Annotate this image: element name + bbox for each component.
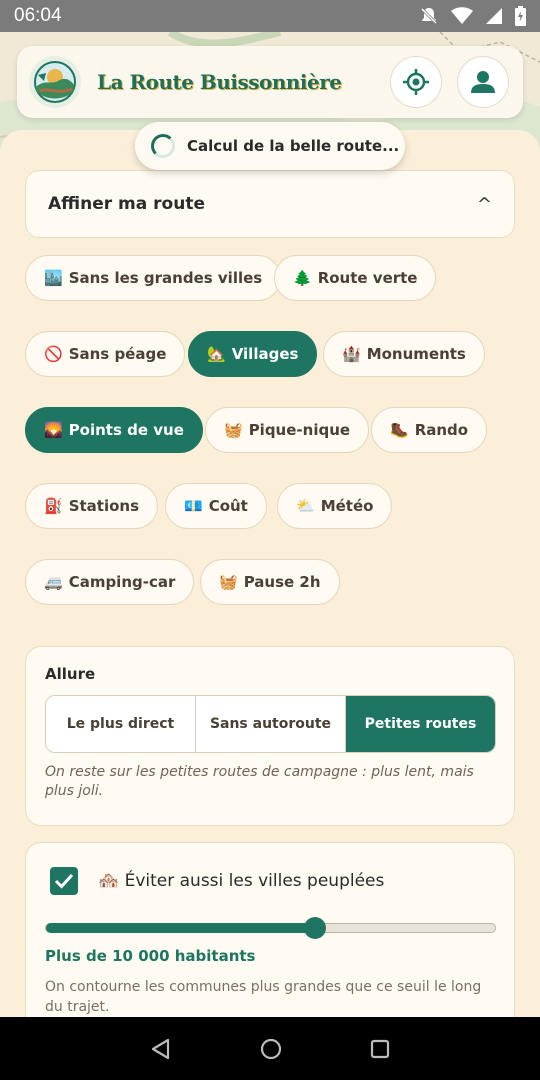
chip-label: Points de vue	[68, 421, 184, 439]
minibus-icon: 🚐	[44, 573, 63, 591]
chip-camping-car[interactable]: 🚐 Camping-car	[25, 559, 195, 605]
chip-label: Rando	[414, 421, 469, 439]
spinner-icon	[151, 134, 175, 158]
loading-text: Calcul de la belle route...	[187, 137, 400, 155]
status-icons	[419, 6, 526, 26]
notifications-off-icon	[420, 7, 438, 25]
app-title: La Route Buissonnière	[97, 70, 342, 94]
tree-icon: 🌲	[293, 269, 312, 287]
basket-icon: 🧺	[219, 573, 238, 591]
chip-pause-2h[interactable]: 🧺 Pause 2h	[200, 559, 340, 605]
chip-label: Camping-car	[68, 573, 176, 591]
avoid-cities-row[interactable]: 🏘️ Éviter aussi les villes peuplées	[50, 867, 495, 895]
chip-label: Route verte	[317, 269, 418, 287]
pace-option-direct[interactable]: Le plus direct	[46, 696, 196, 752]
chip-points-de-vue[interactable]: 🌄 Points de vue	[25, 407, 203, 453]
avoid-cities-checkbox[interactable]	[50, 867, 78, 895]
pace-option-sans-autoroute[interactable]: Sans autoroute	[196, 696, 346, 752]
house-icon: 🏡	[207, 345, 226, 363]
battery-icon	[515, 6, 526, 26]
chip-label: Villages	[231, 345, 299, 363]
pace-option-petites-routes[interactable]: Petites routes	[346, 696, 495, 752]
avoid-cities-description: On contourne les communes plus grandes q…	[45, 979, 482, 1015]
city-icon: 🏙️	[44, 269, 63, 287]
population-slider[interactable]	[45, 917, 496, 939]
banknote-icon: 💶	[184, 497, 203, 515]
chip-stations[interactable]: ⛽ Stations	[25, 483, 159, 529]
back-icon[interactable]	[150, 1038, 172, 1060]
chip-pique-nique[interactable]: 🧺 Pique-nique	[205, 407, 370, 453]
avoid-cities-label: 🏘️ Éviter aussi les villes peuplées	[98, 871, 384, 891]
sunrise-icon: 🌄	[44, 421, 63, 439]
chip-meteo[interactable]: ⛅ Météo	[277, 483, 393, 529]
options-sheet: Affiner ma route ^ 🏙️ Sans les grandes vi…	[0, 130, 540, 1017]
pace-description: On reste sur les petites routes de campa…	[45, 764, 474, 799]
chip-label: Sans les grandes villes	[68, 269, 263, 287]
no-entry-icon: 🚫	[44, 345, 63, 363]
chip-villages[interactable]: 🏡 Villages	[188, 331, 318, 377]
landscape-logo-icon	[34, 61, 76, 103]
wifi-icon	[451, 7, 473, 24]
pace-segmented-control: Le plus direct Sans autoroute Petites ro…	[45, 695, 496, 753]
slider-fill	[46, 923, 316, 933]
refine-title: Affiner ma route	[48, 194, 205, 214]
system-nav-bar	[0, 1017, 540, 1080]
basket-icon: 🧺	[224, 421, 243, 439]
avoid-cities-card: 🏘️ Éviter aussi les villes peuplées Plus…	[25, 842, 515, 1017]
population-threshold: Plus de 10 000 habitants	[45, 947, 256, 965]
chip-label: Pause 2h	[243, 573, 321, 591]
chip-label: Sans péage	[68, 345, 167, 363]
refine-route-header[interactable]: Affiner ma route ^	[25, 170, 515, 238]
recents-icon[interactable]	[370, 1039, 390, 1059]
chip-route-verte[interactable]: 🌲 Route verte	[274, 255, 437, 301]
houses-icon: 🏘️	[98, 871, 120, 891]
chip-sans-grandes-villes[interactable]: 🏙️ Sans les grandes villes	[25, 255, 282, 301]
user-icon	[471, 71, 495, 93]
profile-button[interactable]	[457, 56, 509, 108]
chip-rando[interactable]: 🥾 Rando	[371, 407, 488, 453]
signal-icon	[486, 8, 502, 24]
app-logo	[29, 56, 81, 108]
slider-thumb[interactable]	[304, 917, 327, 939]
loading-toast: Calcul de la belle route...	[135, 122, 405, 170]
pace-card: Allure Le plus direct Sans autoroute Pet…	[25, 646, 515, 826]
chip-label: Monuments	[366, 345, 466, 363]
chip-cout[interactable]: 💶 Coût	[165, 483, 267, 529]
pace-label: Allure	[45, 665, 96, 683]
hiking-boot-icon: 🥾	[390, 421, 409, 439]
chip-sans-peage[interactable]: 🚫 Sans péage	[25, 331, 186, 377]
chip-monuments[interactable]: 🏰 Monuments	[323, 331, 485, 377]
locate-button[interactable]	[390, 56, 442, 108]
check-icon	[54, 873, 74, 889]
status-time: 06:04	[14, 5, 62, 26]
sun-cloud-icon: ⛅	[296, 497, 315, 515]
avoid-cities-text: Éviter aussi les villes peuplées	[124, 871, 385, 891]
chip-label: Météo	[320, 497, 374, 515]
chip-label: Stations	[68, 497, 140, 515]
collapse-caret-icon[interactable]: ^	[477, 194, 492, 215]
status-bar: 06:04	[0, 0, 540, 32]
chip-label: Pique-nique	[248, 421, 351, 439]
crosshair-icon	[403, 69, 429, 95]
fuel-pump-icon: ⛽	[44, 497, 63, 515]
chip-label: Coût	[208, 497, 248, 515]
home-icon[interactable]	[260, 1038, 282, 1060]
app-header: La Route Buissonnière	[17, 46, 523, 118]
castle-icon: 🏰	[342, 345, 361, 363]
